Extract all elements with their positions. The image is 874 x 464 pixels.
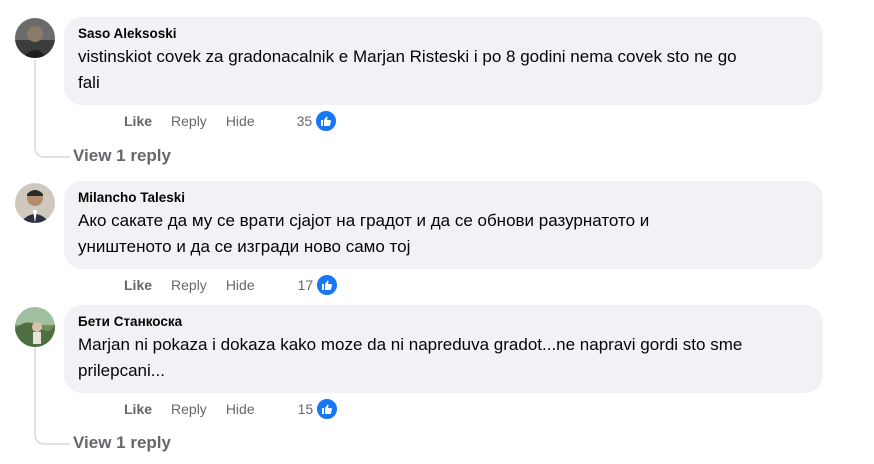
comment-text-line: уништеното и да се изгради ново само тој <box>78 237 411 256</box>
avatar[interactable] <box>15 183 55 223</box>
comment-bubble: Saso Aleksoski vistinskiot covek za grad… <box>64 17 823 105</box>
comment-text: Ако сакате да му се врати сјајот на град… <box>78 208 809 260</box>
comment-bubble: Бети Станкоска Marjan ni pokaza i dokaza… <box>64 305 823 393</box>
comment-text-line: Ако сакате да му се врати сјајот на град… <box>78 211 650 230</box>
reply-button[interactable]: Reply <box>171 113 207 129</box>
comment-text: Marjan ni pokaza i dokaza kako moze da n… <box>78 332 809 384</box>
comment-text-line: fali <box>78 73 100 92</box>
comment-actions: Like Reply Hide 17 <box>124 273 340 297</box>
thumbs-up-icon[interactable] <box>314 109 339 133</box>
comment-text-line: Marjan ni pokaza i dokaza kako moze da n… <box>78 335 743 354</box>
like-button[interactable]: Like <box>124 277 152 293</box>
reply-button[interactable]: Reply <box>171 401 207 417</box>
comment-text-line: prilepcani... <box>78 361 165 380</box>
comment-text-line: vistinskiot covek za gradonacalnik e Mar… <box>78 47 737 66</box>
hide-button[interactable]: Hide <box>226 401 255 417</box>
avatar[interactable] <box>15 18 55 58</box>
comment-actions: Like Reply Hide 35 <box>124 109 339 133</box>
reaction-count[interactable]: 35 <box>297 113 313 129</box>
comment-text: vistinskiot covek za gradonacalnik e Mar… <box>78 44 809 96</box>
comment-bubble: Milancho Taleski Ако сакате да му се вра… <box>64 181 823 269</box>
avatar[interactable] <box>15 307 55 347</box>
hide-button[interactable]: Hide <box>226 277 255 293</box>
thumbs-up-icon[interactable] <box>315 273 340 297</box>
reaction-count[interactable]: 15 <box>298 401 314 417</box>
thumbs-up-icon[interactable] <box>315 397 340 421</box>
reply-button[interactable]: Reply <box>171 277 207 293</box>
comment-author[interactable]: Milancho Taleski <box>78 189 809 207</box>
comment-author[interactable]: Бети Станкоска <box>78 313 809 331</box>
like-button[interactable]: Like <box>124 113 152 129</box>
like-button[interactable]: Like <box>124 401 152 417</box>
reaction-count[interactable]: 17 <box>298 277 314 293</box>
hide-button[interactable]: Hide <box>226 113 255 129</box>
view-replies-link[interactable]: View 1 reply <box>73 146 171 166</box>
comment-actions: Like Reply Hide 15 <box>124 397 340 421</box>
comment-author[interactable]: Saso Aleksoski <box>78 25 809 43</box>
view-replies-link[interactable]: View 1 reply <box>73 433 171 453</box>
